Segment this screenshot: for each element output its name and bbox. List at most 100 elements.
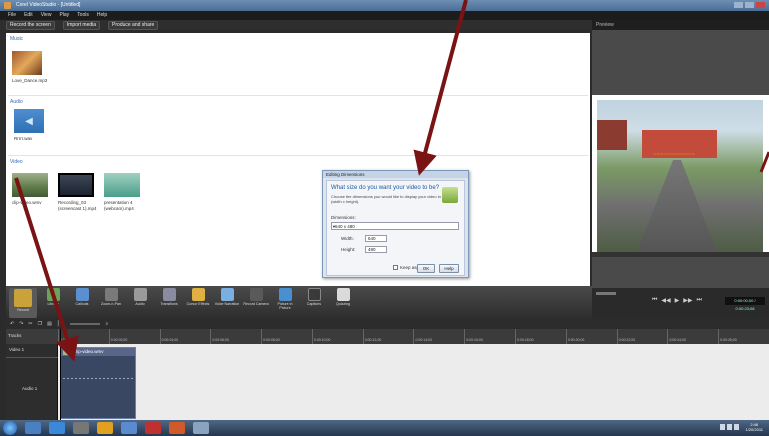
ruler-tick: 0:00:02;00 xyxy=(108,329,160,344)
ribbon-library[interactable]: Library xyxy=(40,288,66,306)
menu-view[interactable]: View xyxy=(41,11,52,20)
menu-tools[interactable]: Tools xyxy=(77,11,89,20)
next-icon[interactable]: ⏭ xyxy=(697,297,702,304)
library-item-video-3[interactable]: presentation 4 (webcam).mp4 xyxy=(104,173,146,212)
preview-scrub-bar[interactable] xyxy=(592,252,769,257)
library-item-music[interactable]: Love_Dance.mp3 xyxy=(12,51,54,84)
record-screen-button[interactable]: Record the screen xyxy=(6,20,55,30)
timeline-zoom-slider[interactable] xyxy=(70,323,101,325)
timeline-clip[interactable]: clip-video.wmv xyxy=(60,347,136,419)
magnifier-icon[interactable]: ⌕ xyxy=(105,321,108,327)
library-item-video-2[interactable]: Recording_03 (screencast 1).mp4 xyxy=(58,173,100,212)
tray-icon[interactable] xyxy=(734,424,739,430)
ribbon-quizzing[interactable]: Quizzing xyxy=(330,288,356,306)
produce-share-button[interactable]: Produce and share xyxy=(108,20,159,30)
explorer-icon[interactable] xyxy=(25,422,41,434)
prev-icon[interactable]: ⏮ xyxy=(652,297,657,304)
ruler-tick: 0:00:10;00 xyxy=(311,329,363,344)
close-button[interactable] xyxy=(756,2,765,8)
taskbar-clock[interactable]: 2:46 1/20/2011 xyxy=(746,422,764,432)
ok-button[interactable]: OK xyxy=(417,264,435,273)
media-player-icon[interactable] xyxy=(73,422,89,434)
audio-waveform xyxy=(63,378,133,379)
building-shape xyxy=(597,120,627,150)
split-icon[interactable]: ⎮ xyxy=(57,321,60,327)
ribbon-label: Audio xyxy=(135,302,145,306)
dialog-description: Choose the dimensions you would like to … xyxy=(331,194,441,204)
ribbon-label: Voice Narration xyxy=(214,302,240,306)
volume-slider[interactable] xyxy=(596,292,616,295)
ribbon-voice-narration[interactable]: Voice Narration xyxy=(214,288,240,306)
ribbon-picture-in-picture[interactable]: Picture in Picture xyxy=(272,288,298,310)
ribbon-label: Callouts xyxy=(75,302,89,306)
width-label: Width: xyxy=(341,236,354,241)
divider xyxy=(8,95,588,96)
rewind-icon[interactable]: ◀◀ xyxy=(661,297,670,304)
ribbon-audio[interactable]: Audio xyxy=(127,288,153,306)
section-title-music: Music xyxy=(10,36,24,42)
mic-icon xyxy=(220,288,234,301)
media-library: Music Love_Dance.mp3 Audio ◀ Rrrrr.wav V… xyxy=(6,33,590,286)
dialog-title: Editing Dimensions xyxy=(323,171,468,178)
start-button[interactable] xyxy=(3,421,17,435)
app-icon[interactable] xyxy=(193,422,209,434)
ruler-tick: 0:00:00;00 xyxy=(58,329,109,344)
checkbox-icon xyxy=(393,265,398,270)
menu-help[interactable]: Help xyxy=(97,11,107,20)
redo-icon[interactable]: ↷ xyxy=(19,321,23,327)
app-icon[interactable] xyxy=(121,422,137,434)
ribbon-cursor-effects[interactable]: Cursor Effects xyxy=(185,288,211,306)
ruler-tick: 0:00:20;00 xyxy=(565,329,617,344)
forward-icon[interactable]: ▶▶ xyxy=(683,297,692,304)
cut-icon[interactable]: ✂ xyxy=(28,321,32,327)
ribbon-label: Record Camera xyxy=(243,302,269,306)
help-button[interactable]: Help xyxy=(439,264,459,273)
library-item-video-1[interactable]: clip-video.wmv xyxy=(12,173,54,206)
play-icon[interactable]: ▶ xyxy=(675,297,680,304)
dimensions-value: 640 x 480 xyxy=(335,224,355,229)
menu-play[interactable]: Play xyxy=(59,11,69,20)
tray-icon[interactable] xyxy=(727,424,732,430)
ribbon-callouts[interactable]: Callouts xyxy=(69,288,95,306)
tray-icon[interactable] xyxy=(720,424,725,430)
preview-canvas[interactable]: ~~~~~~~~~~~~ xyxy=(592,95,769,257)
minimize-button[interactable] xyxy=(734,2,743,8)
undo-icon[interactable]: ↶ xyxy=(10,321,14,327)
clip-label: clip-video.wmv xyxy=(74,349,104,354)
ribbon-record[interactable]: Record xyxy=(9,288,37,318)
preview-panel: ~~~~~~~~~~~~ xyxy=(592,30,769,288)
width-field[interactable]: 640 xyxy=(365,235,387,242)
menu-edit[interactable]: Edit xyxy=(24,11,33,20)
height-field[interactable]: 480 xyxy=(365,246,387,253)
playhead[interactable] xyxy=(60,329,61,420)
menu-file[interactable]: File xyxy=(8,11,16,20)
app-icon[interactable] xyxy=(145,422,161,434)
copy-icon[interactable]: ❐ xyxy=(38,321,42,327)
track-label-audio[interactable]: Audio 1 xyxy=(22,386,37,391)
ruler-tick: 0:00:18;00 xyxy=(515,329,566,344)
ribbon-label: Record xyxy=(17,308,29,312)
ribbon-zoom[interactable]: Zoom-n-Pan xyxy=(98,288,124,306)
ribbon-record-camera[interactable]: Record Camera xyxy=(243,288,269,306)
import-media-button[interactable]: Import media xyxy=(62,20,101,30)
dialog-heading: What size do you want your video to be? xyxy=(331,185,440,191)
timeline-ruler[interactable]: 0:00:00;00 0:00:02;00 0:00:04;00 0:00:06… xyxy=(58,329,769,344)
ribbon-captions[interactable]: Captions xyxy=(301,288,327,306)
ribbon-transitions[interactable]: Transitions xyxy=(156,288,182,306)
library-item-audio[interactable]: ◀ Rrrrr.wav xyxy=(14,109,56,142)
dimensions-select[interactable]: 640 x 480 ▼ xyxy=(331,222,459,230)
track-headers: Video 1 Audio 1 xyxy=(6,344,58,420)
app-icon[interactable] xyxy=(169,422,185,434)
divider xyxy=(6,357,58,358)
divider xyxy=(8,155,588,156)
record-icon xyxy=(14,289,32,307)
clock-date: 1/20/2011 xyxy=(745,427,764,432)
ruler-tick: 0:00:04;00 xyxy=(159,329,211,344)
browser-icon[interactable] xyxy=(49,422,65,434)
track-label-video[interactable]: Video 1 xyxy=(9,347,24,352)
maximize-button[interactable] xyxy=(745,2,754,8)
app-icon[interactable] xyxy=(97,422,113,434)
paste-icon[interactable]: ▤ xyxy=(47,321,52,327)
transitions-icon xyxy=(162,288,176,301)
ruler-tick: 0:00:12;00 xyxy=(362,329,414,344)
